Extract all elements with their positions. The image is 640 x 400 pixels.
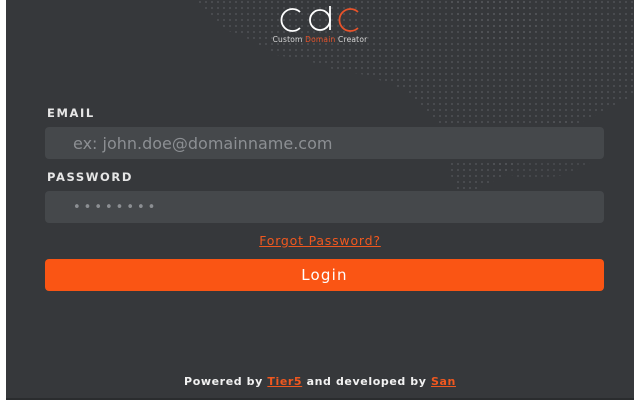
tagline-accent: Domain [305,35,336,44]
forgot-password-link[interactable]: Forgot Password? [6,233,634,248]
password-label: PASSWORD [47,170,133,184]
app-logo [6,4,634,34]
tier5-link[interactable]: Tier5 [267,375,302,388]
login-panel: Custom Domain Creator EMAIL PASSWORD For… [6,0,634,400]
cdc-logo-icon [280,6,359,32]
footer-credits: Powered by Tier5 and developed by San [184,375,456,388]
app-tagline: Custom Domain Creator [272,35,368,44]
email-label: EMAIL [47,106,95,120]
email-input[interactable] [45,127,604,159]
developer-link[interactable]: San [431,375,456,388]
password-input[interactable] [45,191,604,223]
login-button[interactable]: Login [45,259,604,291]
